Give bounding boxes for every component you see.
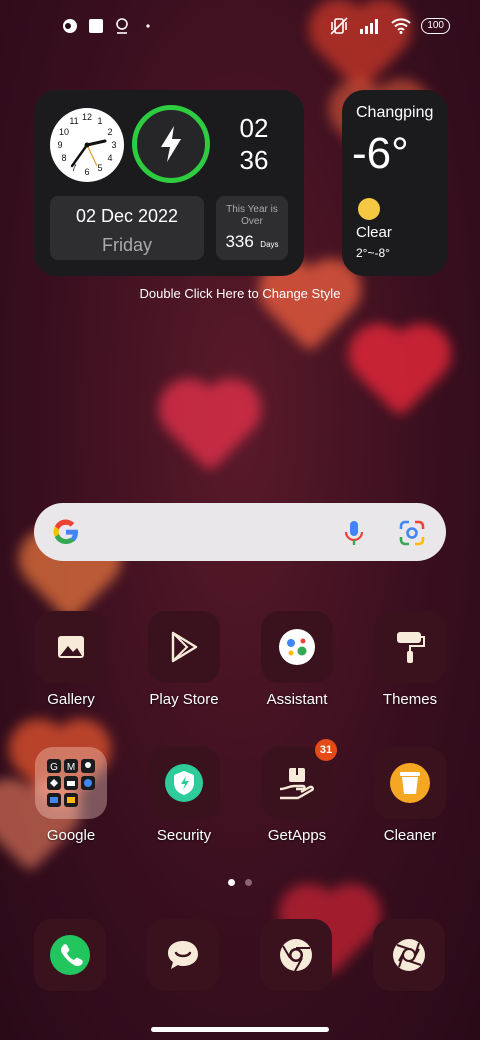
play-store-icon <box>171 631 198 663</box>
more-dot-icon <box>146 24 150 28</box>
google-search-bar[interactable] <box>34 503 446 561</box>
cleaner-icon <box>390 763 430 803</box>
app-notification-icon <box>63 19 77 33</box>
wallpaper-heart <box>357 332 443 418</box>
svg-text:5: 5 <box>97 163 102 173</box>
app-play-store[interactable]: Play Store <box>139 611 229 708</box>
svg-text:G: G <box>50 762 58 773</box>
gesture-nav-bar[interactable] <box>151 1027 329 1032</box>
days-unit: Days <box>260 240 279 249</box>
page-dot-active[interactable] <box>228 879 235 886</box>
messages-icon <box>168 941 198 969</box>
svg-text:10: 10 <box>59 127 69 137</box>
dock-messages[interactable] <box>147 919 219 991</box>
mic-icon[interactable] <box>342 519 366 547</box>
svg-text:1: 1 <box>97 116 102 126</box>
dock-camera[interactable] <box>373 919 445 991</box>
digital-time: 02 36 <box>234 112 274 176</box>
wallpaper-heart <box>267 267 353 353</box>
app-label: Themes <box>382 691 438 708</box>
lens-icon[interactable] <box>398 519 426 547</box>
weather-widget[interactable]: Changping -6° Clear 2°~-8° <box>342 90 448 276</box>
weather-city: Changping <box>356 104 434 121</box>
app-label: Play Store <box>149 691 219 708</box>
google-folder-icon: G M <box>47 759 95 807</box>
gallery-icon <box>58 636 84 658</box>
lightning-icon <box>161 126 181 162</box>
clock-widget[interactable]: 12 1 2 345 678 9 10 11 02 36 02 Dec 2022 Fri… <box>34 90 304 276</box>
date-card: 02 Dec 2022 Friday <box>50 196 204 260</box>
year-progress-card: This Year is Over 336 Days <box>216 196 288 260</box>
dock-phone[interactable] <box>34 919 106 991</box>
dock-chrome[interactable] <box>260 919 332 991</box>
app-getapps[interactable]: 31 GetApps <box>252 739 342 844</box>
weather-range: 2°~-8° <box>356 246 390 260</box>
status-bar: 100 <box>0 0 480 56</box>
svg-text:9: 9 <box>57 140 62 150</box>
svg-text:2: 2 <box>107 127 112 137</box>
battery-charge-ring <box>132 105 210 183</box>
security-icon <box>165 764 203 802</box>
app-themes[interactable]: Themes <box>365 611 455 708</box>
app-security[interactable]: Security <box>139 747 229 844</box>
svg-text:12: 12 <box>82 112 92 122</box>
signal-icon <box>360 19 379 34</box>
app-gallery[interactable]: Gallery <box>26 611 116 708</box>
battery-indicator: 100 <box>421 18 450 34</box>
wifi-icon <box>391 18 412 34</box>
svg-text:8: 8 <box>61 153 66 163</box>
getapps-icon <box>279 768 315 800</box>
wallpaper-heart <box>167 387 253 473</box>
app-label: Cleaner <box>383 827 437 844</box>
svg-text:11: 11 <box>69 116 78 126</box>
minute-text: 36 <box>239 145 269 175</box>
app-google-folder[interactable]: G M Google <box>26 747 116 844</box>
svg-text:3: 3 <box>111 140 116 150</box>
assistant-icon <box>279 629 315 665</box>
weather-condition: Clear <box>356 224 392 241</box>
hour-text: 02 <box>239 113 269 143</box>
analog-clock-icon: 12 12 345 678 91011 <box>50 108 124 182</box>
app-label: Assistant <box>266 691 328 708</box>
page-indicator[interactable] <box>228 879 252 886</box>
sun-icon <box>358 198 380 220</box>
square-notification-icon <box>89 19 103 33</box>
themes-icon <box>397 632 425 663</box>
vibrate-off-icon <box>330 17 348 35</box>
app-label: Gallery <box>47 691 95 708</box>
weather-temperature: -6° <box>352 129 409 178</box>
app-label: GetApps <box>267 827 327 844</box>
svg-text:4: 4 <box>107 153 112 163</box>
chrome-icon <box>280 939 312 972</box>
app-label: Security <box>156 827 212 844</box>
days-count: 336 <box>225 232 254 251</box>
app-assistant[interactable]: Assistant <box>252 611 342 708</box>
page-dot[interactable] <box>245 879 252 886</box>
svg-text:6: 6 <box>84 167 89 177</box>
weekday-text: Friday <box>101 235 152 255</box>
google-g-icon <box>53 519 79 545</box>
notification-badge: 31 <box>315 739 337 761</box>
app-cleaner[interactable]: Cleaner <box>365 747 455 844</box>
camera-icon <box>393 939 425 971</box>
svg-text:M: M <box>67 762 75 773</box>
phone-icon <box>50 935 90 975</box>
date-text: 02 Dec 2022 <box>75 206 179 226</box>
year-label: This Year is Over <box>226 204 278 227</box>
location-notification-icon <box>116 18 128 34</box>
widget-style-hint[interactable]: Double Click Here to Change Style <box>0 286 480 301</box>
app-label: Google <box>46 827 96 844</box>
